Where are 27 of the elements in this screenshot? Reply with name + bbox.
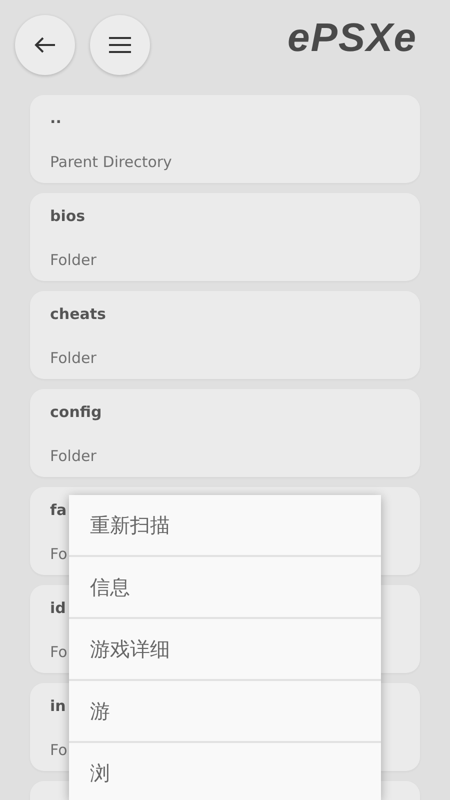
menu-icon (109, 37, 131, 53)
file-type: Folder (50, 447, 96, 465)
file-type: Folder (50, 251, 96, 269)
menu-item[interactable]: 重新扫描 (69, 495, 381, 557)
menu-item[interactable]: 游戏详细 (69, 619, 381, 681)
file-type: Fo (50, 643, 68, 661)
file-name: cheats (50, 305, 106, 323)
back-icon (34, 37, 56, 53)
file-name: fa (50, 501, 67, 519)
file-item[interactable]: cheats Folder (30, 291, 420, 379)
file-name: config (50, 403, 102, 421)
menu-item[interactable]: 信息 (69, 557, 381, 619)
file-name: id (50, 599, 66, 617)
file-name: in (50, 697, 66, 715)
menu-item[interactable]: 游 (69, 681, 381, 743)
menu-button[interactable] (90, 15, 150, 75)
menu-item[interactable]: 浏 (69, 743, 381, 800)
file-item[interactable]: config Folder (30, 389, 420, 477)
file-type: Fo (50, 741, 68, 759)
file-type: Parent Directory (50, 153, 172, 171)
file-type: Fo (50, 545, 68, 563)
file-item[interactable]: .. Parent Directory (30, 95, 420, 183)
app-logo: ePSXe (287, 16, 417, 60)
file-name: .. (50, 109, 62, 127)
file-item[interactable]: bios Folder (30, 193, 420, 281)
file-type: Folder (50, 349, 96, 367)
file-name: bios (50, 207, 86, 225)
